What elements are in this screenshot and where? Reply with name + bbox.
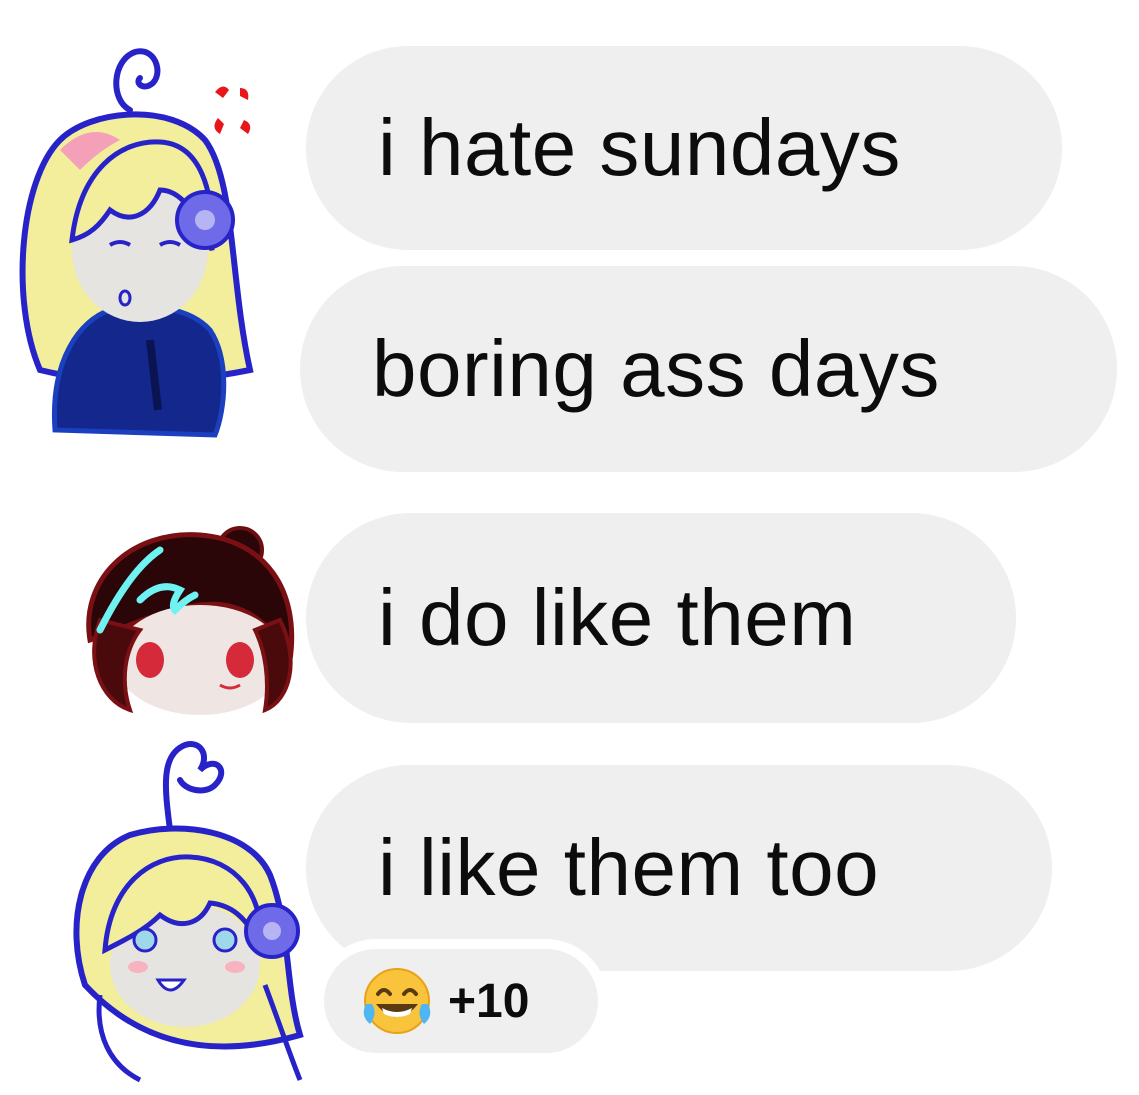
face-with-tears-of-joy-icon [363, 968, 431, 1034]
message-bubble: boring ass days [300, 266, 1117, 472]
message-text: boring ass days [372, 324, 940, 413]
message-bubble: i hate sundays [306, 46, 1062, 250]
flower-icon [244, 903, 300, 959]
reaction-count: +10 [448, 974, 530, 1028]
message-text: i like them too [378, 823, 880, 912]
avatar-blonde-happy [73, 741, 304, 1083]
reaction-pill[interactable]: +10 [314, 939, 608, 1063]
message-bubble: i do like them [306, 513, 1016, 723]
avatar-blonde-angry [19, 48, 254, 438]
avatar-dark-hair [86, 526, 295, 715]
flower-icon [175, 190, 235, 250]
anger-mark-icon [214, 86, 251, 134]
message-text: i do like them [378, 573, 857, 662]
message-text: i hate sundays [378, 103, 901, 192]
